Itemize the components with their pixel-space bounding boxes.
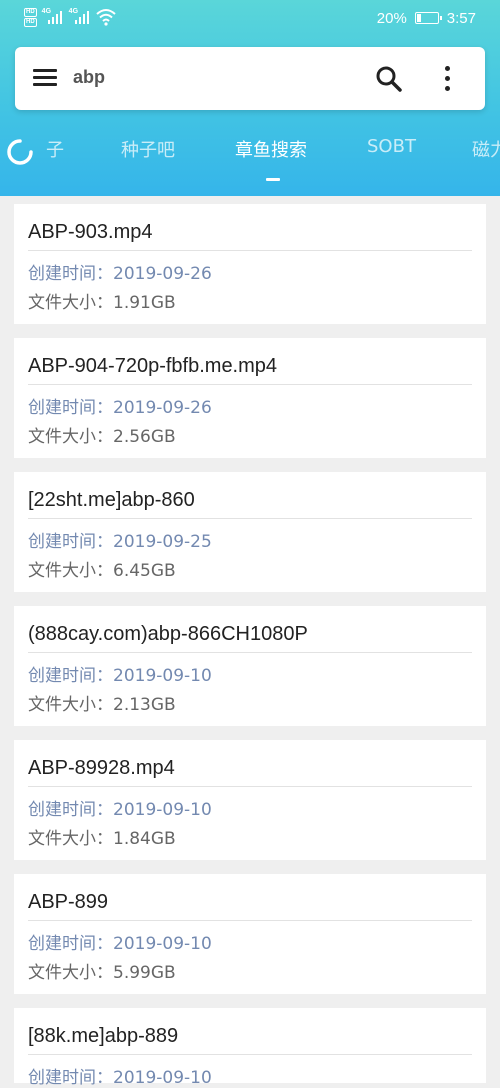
hd-badge-1: HD bbox=[24, 7, 37, 17]
signal-icon-1: 4G bbox=[42, 8, 64, 26]
list-item[interactable]: ABP-903.mp4 创建时间：2019-09-26 文件大小：1.91GB bbox=[14, 204, 486, 324]
divider bbox=[28, 384, 472, 385]
size-value: 2.13GB bbox=[113, 695, 176, 715]
size-value: 1.84GB bbox=[113, 829, 176, 849]
clock: 3:57 bbox=[446, 9, 476, 27]
size-label: 文件大小： bbox=[28, 829, 113, 849]
list-item[interactable]: ABP-89928.mp4 创建时间：2019-09-10 文件大小：1.84G… bbox=[14, 740, 486, 860]
more-vertical-icon[interactable] bbox=[443, 66, 453, 92]
app-header: HD HD 4G 4G 20% 3:57 abp 子 种子吧 章鱼搜索 SOBT… bbox=[0, 0, 500, 196]
created-value: 2019-09-10 bbox=[113, 800, 212, 820]
divider bbox=[28, 518, 472, 519]
item-size: 文件大小：1.84GB bbox=[28, 824, 176, 849]
tab-zi[interactable]: 子 bbox=[46, 136, 64, 162]
wifi-icon bbox=[96, 9, 116, 26]
size-value: 1.91GB bbox=[113, 293, 176, 313]
created-value: 2019-09-10 bbox=[113, 666, 212, 686]
item-title: ABP-904-720p-fbfb.me.mp4 bbox=[28, 355, 278, 377]
created-value: 2019-09-25 bbox=[113, 532, 212, 552]
item-size: 文件大小：1.91GB bbox=[28, 288, 176, 313]
item-size: 文件大小：5.99GB bbox=[28, 958, 176, 983]
created-label: 创建时间： bbox=[28, 666, 113, 686]
item-title: [22sht.me]abp-860 bbox=[28, 489, 195, 511]
created-label: 创建时间： bbox=[28, 1068, 113, 1088]
tab-cili[interactable]: 磁力 bbox=[472, 136, 500, 162]
size-label: 文件大小： bbox=[28, 427, 113, 447]
created-value: 2019-09-10 bbox=[113, 934, 212, 954]
created-label: 创建时间： bbox=[28, 934, 113, 954]
list-item[interactable]: ABP-904-720p-fbfb.me.mp4 创建时间：2019-09-26… bbox=[14, 338, 486, 458]
search-query[interactable]: abp bbox=[73, 67, 105, 88]
status-right: 20% 3:57 bbox=[377, 8, 476, 28]
signal-icon-2: 4G bbox=[69, 8, 91, 26]
created-label: 创建时间： bbox=[28, 398, 113, 418]
search-bar[interactable]: abp bbox=[15, 47, 485, 110]
created-label: 创建时间： bbox=[28, 532, 113, 552]
battery-icon bbox=[414, 12, 442, 24]
source-tabs: 子 种子吧 章鱼搜索 SOBT 磁力 bbox=[0, 130, 500, 170]
search-icon[interactable] bbox=[375, 65, 403, 93]
item-size: 文件大小：2.13GB bbox=[28, 690, 176, 715]
item-size: 文件大小：6.45GB bbox=[28, 556, 176, 581]
status-bar: HD HD 4G 4G 20% 3:57 bbox=[0, 0, 500, 34]
divider bbox=[28, 652, 472, 653]
tab-zhangyu-search[interactable]: 章鱼搜索 bbox=[235, 136, 307, 162]
active-tab-indicator bbox=[266, 178, 280, 181]
size-label: 文件大小： bbox=[28, 963, 113, 983]
tab-sobt[interactable]: SOBT bbox=[367, 136, 416, 157]
status-left: HD HD 4G 4G bbox=[24, 7, 116, 27]
created-value: 2019-09-26 bbox=[113, 264, 212, 284]
item-title: ABP-903.mp4 bbox=[28, 221, 153, 243]
item-size: 文件大小：2.56GB bbox=[28, 422, 176, 447]
divider bbox=[28, 1054, 472, 1055]
created-label: 创建时间： bbox=[28, 264, 113, 284]
hd-indicator: HD HD bbox=[24, 7, 37, 27]
created-label: 创建时间： bbox=[28, 800, 113, 820]
size-value: 2.56GB bbox=[113, 427, 176, 447]
tab-zhongziba[interactable]: 种子吧 bbox=[121, 136, 175, 162]
item-created: 创建时间：2019-09-10 bbox=[28, 795, 212, 820]
size-label: 文件大小： bbox=[28, 293, 113, 313]
item-created: 创建时间：2019-09-10 bbox=[28, 929, 212, 954]
divider bbox=[28, 786, 472, 787]
size-value: 5.99GB bbox=[113, 963, 176, 983]
item-created: 创建时间：2019-09-10 bbox=[28, 661, 212, 686]
item-title: ABP-89928.mp4 bbox=[28, 757, 175, 779]
divider bbox=[28, 250, 472, 251]
list-item[interactable]: ABP-899 创建时间：2019-09-10 文件大小：5.99GB bbox=[14, 874, 486, 994]
list-item[interactable]: [88k.me]abp-889 创建时间：2019-09-10 bbox=[14, 1008, 486, 1088]
item-created: 创建时间：2019-09-26 bbox=[28, 393, 212, 418]
size-label: 文件大小： bbox=[28, 561, 113, 581]
item-created: 创建时间：2019-09-26 bbox=[28, 259, 212, 284]
size-label: 文件大小： bbox=[28, 695, 113, 715]
item-created: 创建时间：2019-09-25 bbox=[28, 527, 212, 552]
size-value: 6.45GB bbox=[113, 561, 176, 581]
hd-badge-2: HD bbox=[24, 17, 37, 27]
divider bbox=[28, 920, 472, 921]
list-item[interactable]: (888cay.com)abp-866CH1080P 创建时间：2019-09-… bbox=[14, 606, 486, 726]
item-title: [88k.me]abp-889 bbox=[28, 1025, 179, 1047]
item-created: 创建时间：2019-09-10 bbox=[28, 1063, 212, 1088]
created-value: 2019-09-26 bbox=[113, 398, 212, 418]
list-item[interactable]: [22sht.me]abp-860 创建时间：2019-09-25 文件大小：6… bbox=[14, 472, 486, 592]
item-title: (888cay.com)abp-866CH1080P bbox=[28, 623, 308, 645]
created-value: 2019-09-10 bbox=[113, 1068, 212, 1088]
item-title: ABP-899 bbox=[28, 891, 109, 913]
battery-percent: 20% bbox=[376, 9, 407, 27]
hamburger-menu-icon[interactable] bbox=[33, 69, 57, 87]
